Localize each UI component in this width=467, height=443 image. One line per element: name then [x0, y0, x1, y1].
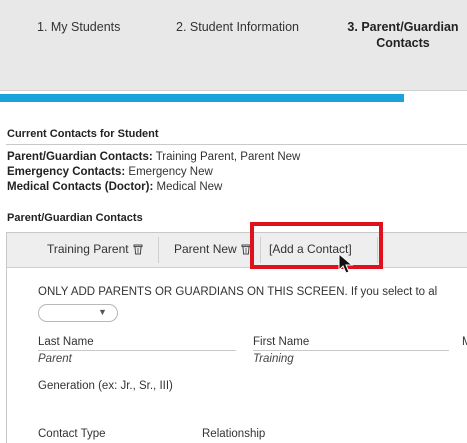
tab-training-parent[interactable]: Training Parent: [47, 242, 143, 256]
summary-value: Training Parent, Parent New: [152, 151, 301, 163]
first-name-underline: [253, 350, 449, 351]
pg-contacts-heading: Parent/Guardian Contacts: [7, 212, 143, 224]
generation-label: Generation (ex: Jr., Sr., III): [38, 380, 173, 392]
summary-emergency: Emergency Contacts: Emergency New: [7, 166, 213, 178]
tab-parent-new[interactable]: Parent New: [174, 242, 251, 256]
step-label-line1: 3. Parent/Guardian: [347, 20, 459, 34]
step-label-line2: Contacts: [376, 36, 430, 50]
summary-label: Parent/Guardian Contacts:: [7, 151, 153, 163]
contact-tab-bar: Training Parent Parent New [Add a Contac…: [7, 233, 467, 268]
contact-type-label: Contact Type: [38, 428, 106, 440]
trash-icon[interactable]: [133, 243, 143, 255]
wizard-progress-bar: [0, 94, 467, 102]
first-name-label: First Name: [253, 336, 310, 348]
divider: [6, 144, 467, 145]
tab-divider: [158, 237, 159, 263]
first-name-field[interactable]: Training: [253, 353, 294, 365]
summary-value: Emergency New: [125, 166, 213, 178]
contact-select-dropdown[interactable]: ▼: [38, 304, 118, 322]
wizard-progress-fill: [0, 94, 404, 102]
relationship-label: Relationship: [202, 428, 266, 440]
wizard-header: 1. My Students 2. Student Information 3.…: [0, 0, 467, 91]
tab-label: Training Parent: [47, 242, 129, 256]
step-parent-guardian-contacts[interactable]: 3. Parent/Guardian Contacts: [339, 19, 467, 51]
chevron-down-icon: ▼: [98, 307, 107, 317]
summary-value: Medical New: [153, 181, 223, 193]
summary-label: Emergency Contacts:: [7, 166, 126, 178]
last-name-label: Last Name: [38, 336, 94, 348]
mouse-pointer-icon: [338, 253, 354, 274]
summary-parent-guardian: Parent/Guardian Contacts: Training Paren…: [7, 151, 300, 163]
current-contacts-heading: Current Contacts for Student: [7, 128, 159, 140]
parents-only-notice: ONLY ADD PARENTS OR GUARDIANS ON THIS SC…: [38, 286, 438, 298]
tab-label: Parent New: [174, 242, 237, 256]
step-student-information[interactable]: 2. Student Information: [176, 20, 299, 34]
last-name-field[interactable]: Parent: [38, 353, 72, 365]
summary-label: Medical Contacts (Doctor):: [7, 181, 154, 193]
middle-name-label: M: [462, 336, 467, 348]
summary-medical: Medical Contacts (Doctor): Medical New: [7, 181, 222, 193]
add-contact-highlight: [250, 222, 383, 269]
step-my-students[interactable]: 1. My Students: [37, 20, 120, 34]
last-name-underline: [38, 350, 236, 351]
